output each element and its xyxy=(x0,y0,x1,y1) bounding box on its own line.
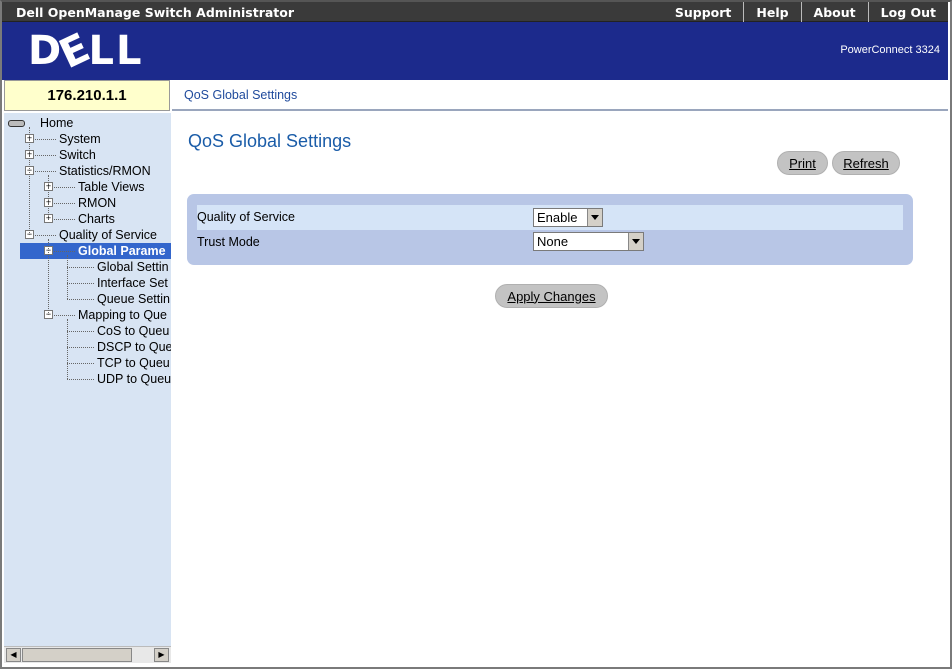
tree-item[interactable]: Interface Set xyxy=(4,275,171,291)
tree-connector xyxy=(54,203,75,204)
chevron-down-icon[interactable] xyxy=(587,209,602,226)
tree-item-label: TCP to Queu xyxy=(97,356,170,370)
tree-item-label: Home xyxy=(40,116,74,130)
print-button[interactable]: Print xyxy=(777,151,828,175)
tree-item-label: Statistics/RMON xyxy=(59,164,151,178)
tree-vertical-connector xyxy=(67,319,68,379)
tree-vertical-connector xyxy=(48,175,49,219)
home-icon xyxy=(8,120,25,127)
refresh-button[interactable]: Refresh xyxy=(832,151,900,175)
tree-item-label: Interface Set xyxy=(97,276,168,290)
tree-vertical-connector xyxy=(67,255,68,299)
tree-connector xyxy=(67,379,94,380)
chevron-down-icon[interactable] xyxy=(628,233,643,250)
trust-mode-select[interactable]: None xyxy=(533,232,644,251)
tree-connector xyxy=(54,219,75,220)
tree-vertical-connector xyxy=(29,127,30,235)
tree-connector xyxy=(54,187,75,188)
tree-connector xyxy=(67,331,94,332)
page-title: QoS Global Settings xyxy=(188,131,352,151)
tree-item[interactable]: TCP to Queu xyxy=(4,355,171,371)
navigation-tree: Home + System + Switch − Statistics/RMON + Table… xyxy=(4,113,171,646)
top-menu: Support Help About Log Out xyxy=(663,2,948,22)
tree-item-label: Global Parame xyxy=(78,244,166,258)
product-name: PowerConnect 3324 xyxy=(840,44,940,56)
support-link[interactable]: Support xyxy=(663,2,744,22)
tree-item-label: Switch xyxy=(59,148,96,162)
tree-item-label: DSCP to Que xyxy=(97,340,171,354)
tree-item-label: System xyxy=(59,132,101,146)
device-ip: 176.210.1.1 xyxy=(4,80,170,111)
apply-changes-button[interactable]: Apply Changes xyxy=(495,284,608,308)
tree-item-label: Mapping to Que xyxy=(78,308,167,322)
tree-item-label: RMON xyxy=(78,196,117,210)
top-menu-bar: Dell OpenManage Switch Administrator Sup… xyxy=(2,2,948,22)
tree-connector xyxy=(67,347,94,348)
tree-item[interactable]: UDP to Queu xyxy=(4,371,171,387)
tree-item-label: Global Settin xyxy=(97,260,169,274)
tree-connector xyxy=(67,283,94,284)
tree-connector xyxy=(54,315,75,316)
tree-item[interactable]: CoS to Queu xyxy=(4,323,171,339)
banner: DELL PowerConnect 3324 xyxy=(2,22,948,80)
tree-connector xyxy=(35,139,56,140)
tree-item-label: Quality of Service xyxy=(59,228,157,242)
tree-item-label: CoS to Queu xyxy=(97,324,170,338)
qos-value: Enable xyxy=(537,210,578,225)
tree-item[interactable]: Queue Settin xyxy=(4,291,171,307)
tree-item[interactable]: − Mapping to Que xyxy=(4,307,171,323)
tree-connector xyxy=(35,235,56,236)
tree-item-label: UDP to Queu xyxy=(97,372,171,386)
tree-item[interactable]: DSCP to Que xyxy=(4,339,171,355)
breadcrumb-bar: QoS Global Settings xyxy=(172,80,948,111)
about-link[interactable]: About xyxy=(800,2,868,22)
dell-logo: DELL xyxy=(28,23,144,79)
qos-row: Quality of Service Enable xyxy=(197,205,903,230)
qos-select[interactable]: Enable xyxy=(533,208,603,227)
tree-connector xyxy=(54,251,75,252)
tree-item[interactable]: Global Settin xyxy=(4,259,171,275)
scroll-thumb[interactable] xyxy=(22,648,132,662)
trust-mode-value: None xyxy=(537,234,569,249)
tree-connector xyxy=(67,363,94,364)
tree-item-label: Queue Settin xyxy=(97,292,170,306)
scroll-left-icon[interactable]: ◀ xyxy=(6,648,21,662)
scroll-right-icon[interactable]: ▶ xyxy=(154,648,169,662)
tree-connector xyxy=(35,155,56,156)
trust-mode-row: Trust Mode None xyxy=(197,230,903,255)
trust-mode-label: Trust Mode xyxy=(197,235,260,249)
tree-connector xyxy=(35,171,56,172)
qos-label: Quality of Service xyxy=(197,210,295,224)
app-title: Dell OpenManage Switch Administrator xyxy=(16,5,295,20)
tree-vertical-connector xyxy=(48,239,49,315)
settings-panel: Quality of Service Enable Trust Mode Non… xyxy=(187,194,913,265)
tree-connector xyxy=(67,267,94,268)
tree-horizontal-scrollbar[interactable]: ◀ ▶ xyxy=(4,646,171,663)
tree-item[interactable]: − Global Parame xyxy=(4,243,171,259)
help-link[interactable]: Help xyxy=(743,2,800,22)
breadcrumb: QoS Global Settings xyxy=(184,88,298,102)
tree-connector xyxy=(67,299,94,300)
main-content: QoS Global Settings Print Refresh Qualit… xyxy=(172,113,948,663)
tree-item-label: Table Views xyxy=(78,180,145,194)
logout-link[interactable]: Log Out xyxy=(867,2,948,22)
tree-item-label: Charts xyxy=(78,212,115,226)
